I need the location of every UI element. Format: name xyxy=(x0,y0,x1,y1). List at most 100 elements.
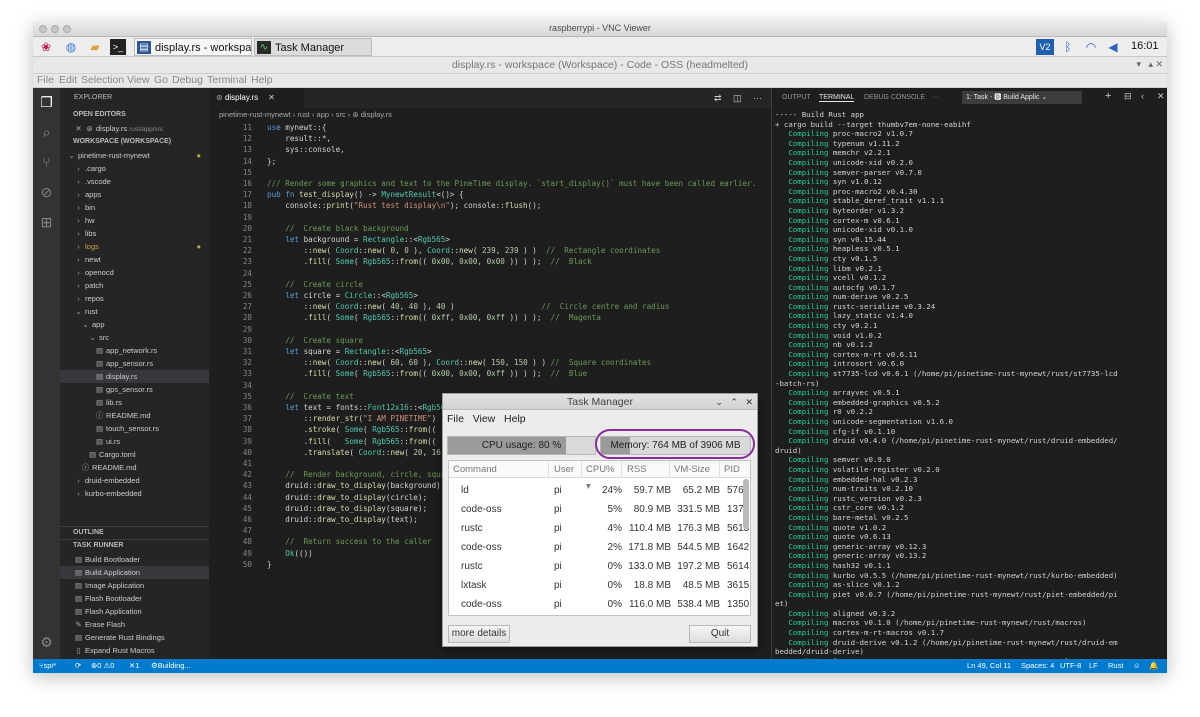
tree-item[interactable]: › logs ● xyxy=(60,240,209,253)
process-row[interactable]: ld pi 24% 59.7 MB 65.2 MB 5762 xyxy=(449,481,750,500)
maximize-icon[interactable]: ⌃ xyxy=(730,397,738,407)
volume-icon[interactable]: ◀ xyxy=(1105,39,1121,55)
open-editor-item[interactable]: ✕ ⊛ display.rs rust/app/src xyxy=(60,122,209,135)
end-of-line[interactable]: LF xyxy=(1089,659,1098,673)
menu-view[interactable]: View xyxy=(127,74,150,86)
raspberry-menu-icon[interactable]: ❀ xyxy=(38,39,54,55)
tree-item[interactable]: › hw xyxy=(60,214,209,227)
new-terminal-icon[interactable]: + xyxy=(1105,90,1111,102)
branch-indicator[interactable]: ⑂ spi* xyxy=(39,659,56,673)
settings-gear-icon[interactable]: ⚙ xyxy=(38,634,55,651)
tm-menu-help[interactable]: Help xyxy=(504,413,526,425)
problems-indicator[interactable]: ⊗0 ⚠0 xyxy=(91,659,114,673)
menu-edit[interactable]: Edit xyxy=(59,74,77,86)
bluetooth-icon[interactable]: ᛒ xyxy=(1060,39,1076,55)
menu-selection[interactable]: Selection xyxy=(81,74,124,86)
task-item[interactable]: ▯ Expand Rust Macros xyxy=(60,644,209,657)
column-header[interactable]: PID xyxy=(722,461,750,478)
tree-item[interactable]: ⓘ README.md xyxy=(60,461,209,474)
maximize-icon[interactable]: ▴ xyxy=(1148,59,1153,70)
tree-item[interactable]: › kurbo-embedded xyxy=(60,487,209,500)
tree-item[interactable]: ⌄ rust xyxy=(60,305,209,318)
menu-terminal[interactable]: Terminal xyxy=(207,74,247,86)
tree-item[interactable]: ⌄ src xyxy=(60,331,209,344)
column-header[interactable]: VM-Size xyxy=(672,461,720,478)
tree-item[interactable]: › repos xyxy=(60,292,209,305)
source-control-icon[interactable]: ⑂ xyxy=(38,154,55,171)
tree-item[interactable]: ▤ touch_sensor.rs xyxy=(60,422,209,435)
process-row[interactable]: code-oss pi 0% 116.0 MB 538.4 MB 1350 xyxy=(449,595,750,614)
task-item[interactable]: ▤ Image Application xyxy=(60,579,209,592)
vnc-tray-icon[interactable]: V2 xyxy=(1036,39,1054,55)
more-details-button[interactable]: more details xyxy=(448,625,510,643)
column-header[interactable]: RSS xyxy=(625,461,670,478)
tasks-indicator[interactable]: ✕1 xyxy=(129,659,139,673)
task-item[interactable]: ▤ Generate Rust Bindings xyxy=(60,631,209,644)
outline-header[interactable]: OUTLINE xyxy=(60,526,209,538)
process-row[interactable]: code-oss pi 5% 80.9 MB 331.5 MB 1376 xyxy=(449,500,750,519)
tree-item[interactable]: ⓘ README.md xyxy=(60,409,209,422)
compare-icon[interactable]: ⇄ xyxy=(714,93,722,104)
tm-menu-view[interactable]: View xyxy=(473,413,496,425)
task-item[interactable]: ▤ Flash Bootloader xyxy=(60,592,209,605)
tab-display-rs[interactable]: ⊛ display.rs ✕ xyxy=(209,88,304,108)
maximize-panel-icon[interactable]: ‹ xyxy=(1141,91,1144,101)
debug-icon[interactable]: ⊘ xyxy=(38,184,55,201)
task-item[interactable]: ✎ Erase Flash xyxy=(60,618,209,631)
file-manager-icon[interactable]: ▰ xyxy=(87,39,103,55)
open-editors-header[interactable]: OPEN EDITORS xyxy=(60,109,209,121)
tree-item[interactable]: ▤ Cargo.toml xyxy=(60,448,209,461)
wifi-icon[interactable]: ◠ xyxy=(1083,39,1099,55)
task-item[interactable]: ▤ Flash Application xyxy=(60,605,209,618)
tab-terminal[interactable]: TERMINAL xyxy=(819,94,855,102)
process-row[interactable]: code-oss pi 2% 171.8 MB 544.5 MB 1642 xyxy=(449,538,750,557)
tree-item[interactable]: › apps xyxy=(60,188,209,201)
process-row[interactable]: rustc pi 4% 110.4 MB 176.3 MB 5613 xyxy=(449,519,750,538)
tab-output[interactable]: OUTPUT xyxy=(782,94,811,101)
menu-debug[interactable]: Debug xyxy=(172,74,203,86)
tree-item[interactable]: ⌄ app xyxy=(60,318,209,331)
feedback-icon[interactable]: ☺ xyxy=(1133,659,1141,673)
terminal-select[interactable]: 1: Task - 🅳 Build Applic ⌄ xyxy=(962,91,1082,104)
terminal-output[interactable]: ----- Build Rust app + cargo build --targ… xyxy=(775,110,1167,666)
menu-help[interactable]: Help xyxy=(251,74,273,86)
tree-item[interactable]: ▤ gps_sensor.rs xyxy=(60,383,209,396)
close-editor-icon[interactable]: ✕ xyxy=(74,122,83,135)
close-icon[interactable]: ✕ xyxy=(745,397,753,407)
panel-more-icon[interactable]: ··· xyxy=(932,94,939,101)
process-row[interactable]: lxtask pi 0% 18.8 MB 48.5 MB 3615 xyxy=(449,576,750,595)
tree-item[interactable]: ▤ app_sensor.rs xyxy=(60,357,209,370)
process-row[interactable]: rustc pi 0% 133.0 MB 197.2 MB 5614 xyxy=(449,557,750,576)
tree-item[interactable]: ▤ app_network.rs xyxy=(60,344,209,357)
tree-item[interactable]: › bin xyxy=(60,201,209,214)
tree-item[interactable]: › patch xyxy=(60,279,209,292)
language-mode[interactable]: Rust xyxy=(1108,659,1123,673)
breadcrumb[interactable]: pinetime-rust-mynewt › rust › app › src … xyxy=(209,108,771,122)
notifications-icon[interactable]: 🔔 xyxy=(1149,659,1158,673)
tree-item[interactable]: › .cargo xyxy=(60,162,209,175)
tree-item[interactable]: › openocd xyxy=(60,266,209,279)
workspace-header[interactable]: WORKSPACE (WORKSPACE) xyxy=(60,136,209,148)
indentation[interactable]: Spaces: 4 xyxy=(1021,659,1054,673)
tree-item[interactable]: ▤ ui.rs xyxy=(60,435,209,448)
close-tab-icon[interactable]: ✕ xyxy=(268,93,275,102)
tree-item[interactable]: ▤ lib.rs xyxy=(60,396,209,409)
tree-item[interactable]: › newt xyxy=(60,253,209,266)
split-editor-icon[interactable]: ◫ xyxy=(733,93,742,104)
browser-icon[interactable]: ◍ xyxy=(63,39,79,55)
taskbar-app-code[interactable]: ▤display.rs - workspac... xyxy=(134,38,252,56)
column-header[interactable]: User xyxy=(552,461,582,478)
close-panel-icon[interactable]: ✕ xyxy=(1157,91,1165,102)
tree-item[interactable]: ⌄ pinetime-rust-mynewt ● xyxy=(60,149,209,162)
explorer-icon[interactable]: ❐ xyxy=(38,94,55,111)
more-actions-icon[interactable]: ··· xyxy=(753,93,762,103)
minimize-icon[interactable]: ▾ xyxy=(1136,59,1141,70)
tree-item[interactable]: › druid-embedded xyxy=(60,474,209,487)
extensions-icon[interactable]: ⊞ xyxy=(38,214,55,231)
column-header[interactable]: CPU% ▾ xyxy=(584,461,622,492)
kill-terminal-icon[interactable]: ⊟ xyxy=(1124,91,1132,102)
tab-debug-console[interactable]: DEBUG CONSOLE xyxy=(864,94,925,101)
column-header[interactable]: Command xyxy=(451,461,549,478)
terminal-icon[interactable]: >_ xyxy=(110,39,126,55)
quit-button[interactable]: Quit xyxy=(689,625,751,643)
